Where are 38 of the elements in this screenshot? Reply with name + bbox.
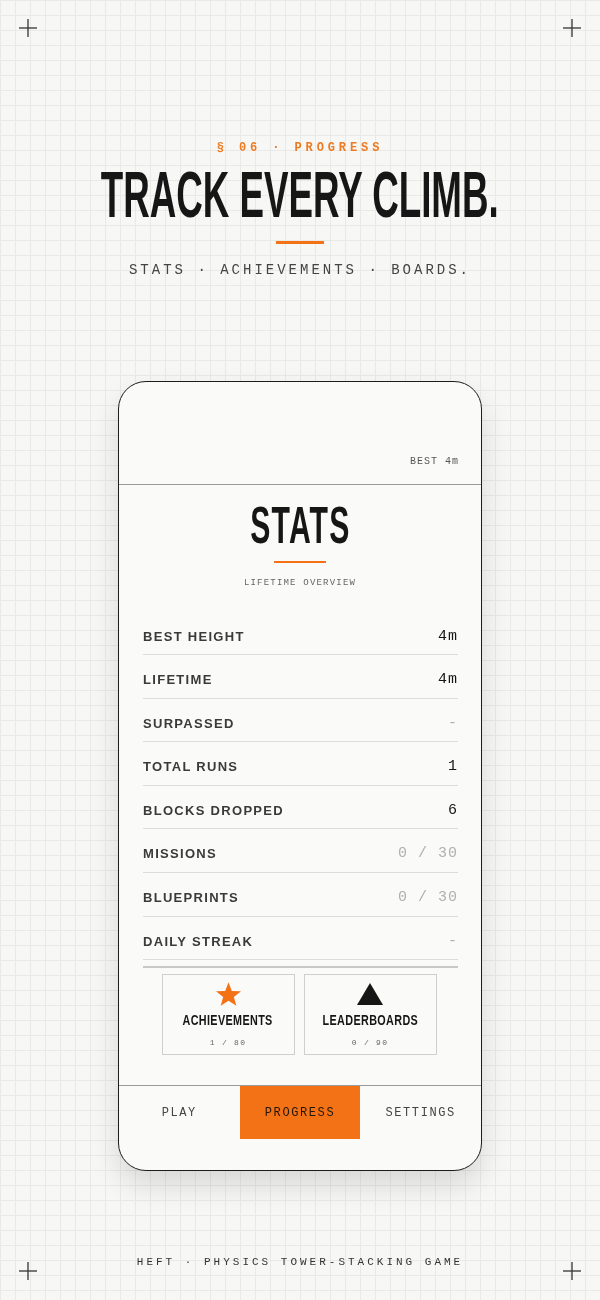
- stat-value: 0 / 30: [398, 846, 458, 863]
- page-title: TRACK EVERY CLIMB.: [101, 163, 499, 227]
- feature-card[interactable]: LEADERBOARDS 0 / 90: [303, 974, 437, 1056]
- screen-subtitle: LIFETIME OVERVIEW: [242, 576, 358, 589]
- stat-value: -: [448, 715, 458, 732]
- star-icon: [215, 982, 241, 1007]
- stat-label: SURPASSED: [143, 715, 235, 732]
- crosshair-icon: [19, 19, 37, 37]
- stat-value: 4m: [438, 672, 458, 689]
- stat-value: 6: [448, 802, 458, 819]
- stat-value: 1: [448, 759, 458, 776]
- footer-text: HEFT · PHYSICS TOWER-STACKING GAME: [136, 1255, 464, 1269]
- card-count: 1 / 80: [209, 1038, 247, 1049]
- stat-label: BEST HEIGHT: [143, 628, 245, 645]
- stat-label: BLOCKS DROPPED: [143, 802, 284, 819]
- crosshair-icon: [563, 1262, 581, 1280]
- card-title: LEADERBOARDS: [322, 1012, 418, 1029]
- stat-label: TOTAL RUNS: [143, 759, 239, 776]
- feature-card[interactable]: ACHIEVEMENTS 1 / 80: [161, 974, 295, 1056]
- screen-title: STATS: [249, 498, 351, 551]
- stat-value: 0 / 30: [398, 890, 458, 907]
- nav-tab[interactable]: SETTINGS: [360, 1086, 481, 1139]
- crosshair-icon: [19, 1262, 37, 1280]
- card-count: 0 / 90: [351, 1038, 389, 1049]
- section-label: § 06 · PROGRESS: [216, 140, 384, 156]
- card-title: ACHIEVEMENTS: [182, 1012, 274, 1029]
- triangle-icon: [357, 982, 383, 1007]
- subtitle: STATS · ACHIEVEMENTS · BOARDS.: [128, 261, 471, 279]
- stat-label: MISSIONS: [143, 846, 217, 863]
- stat-label: LIFETIME: [143, 672, 213, 689]
- stat-label: BLUEPRINTS: [143, 890, 240, 907]
- stat-label: DAILY STREAK: [143, 933, 254, 950]
- best-height-label: BEST 4m: [410, 455, 459, 468]
- nav-tab[interactable]: PROGRESS: [239, 1086, 361, 1139]
- nav-tab[interactable]: PLAY: [119, 1086, 240, 1139]
- stat-value: -: [448, 933, 458, 950]
- stat-value: 4m: [438, 628, 458, 645]
- crosshair-icon: [563, 19, 581, 37]
